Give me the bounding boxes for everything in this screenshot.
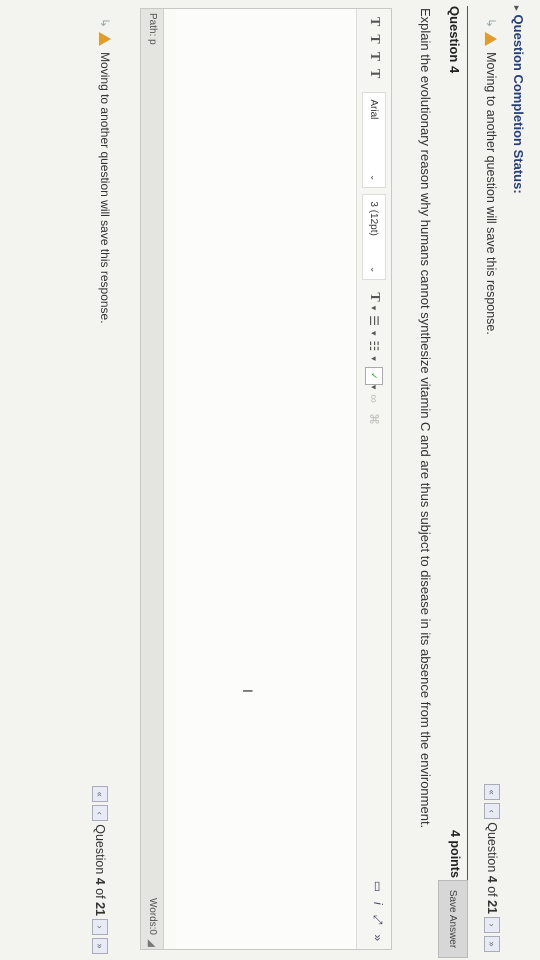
question-counter: Question 4 of 21: [93, 824, 107, 916]
bullet-list-icon[interactable]: ☰: [367, 315, 381, 326]
chevron-down-icon: ▾: [369, 356, 380, 361]
question-label: Question 4: [447, 6, 462, 74]
question-completion-status[interactable]: ▸Question Completion Status:: [511, 6, 526, 194]
warning-icon: [99, 32, 111, 47]
chevron-down-icon: ⌄: [369, 173, 380, 182]
link-icon[interactable]: ∞: [367, 394, 381, 403]
left-icon[interactable]: ‹: [484, 803, 500, 820]
arrow-icon: ↳: [98, 18, 112, 29]
numbered-list-icon[interactable]: ☷: [367, 341, 381, 352]
unlink-icon[interactable]: ⌘: [367, 413, 381, 425]
toolbar-right-icons: ▭ i ⤢ »: [370, 881, 385, 941]
question-counter: Question 4 of 21: [485, 822, 499, 914]
editor-statusbar: Path: p Words:0 ◢: [141, 9, 164, 949]
text-format-icon[interactable]: T: [366, 69, 382, 78]
answer-textarea[interactable]: I: [176, 9, 356, 949]
text-format-icon[interactable]: T: [366, 34, 382, 43]
right-icon[interactable]: ›: [92, 919, 108, 935]
double-left-icon[interactable]: «: [92, 786, 108, 803]
resize-grip-icon[interactable]: ◢: [146, 939, 157, 947]
italic-icon[interactable]: i: [370, 902, 385, 905]
warning-icon: [485, 32, 497, 47]
left-icon[interactable]: ‹: [92, 805, 108, 822]
font-family-select[interactable]: Arial ⌄: [362, 92, 386, 189]
right-icon[interactable]: ›: [484, 917, 500, 933]
text-format-icon[interactable]: T: [366, 52, 382, 61]
preview-icon[interactable]: ▭: [370, 881, 385, 892]
spellcheck-icon[interactable]: ✓: [365, 366, 383, 385]
text-color-icon[interactable]: T: [366, 292, 382, 301]
chevron-down-icon: ⌄: [369, 265, 380, 274]
warning-message: ↳ Moving to another question will save t…: [484, 18, 498, 335]
question-divider: [467, 6, 468, 954]
path-label: Path: p: [147, 13, 158, 45]
text-format-icon[interactable]: T: [366, 17, 382, 26]
question-navigation: « ‹ Question 4 of 21 › »: [484, 784, 500, 952]
collapse-icon[interactable]: »: [370, 934, 385, 941]
double-right-icon[interactable]: »: [92, 938, 108, 954]
chevron-down-icon: ▾: [369, 305, 380, 311]
double-right-icon[interactable]: »: [484, 936, 500, 952]
font-size-select[interactable]: 3 (12pt) ⌄: [362, 194, 386, 281]
editor-toolbar: T T T T Arial ⌄ 3 (12pt) ⌄ T ▾ ☰ ▾ ☷ ▾ ✓ ▾ ∞…: [356, 9, 391, 949]
chevron-down-icon: ▾: [369, 384, 380, 390]
bottom-question-navigation: « ‹ Question 4 of 21 › »: [92, 786, 108, 954]
arrow-icon: ↳: [484, 18, 498, 29]
fullscreen-icon[interactable]: ⤢: [370, 915, 385, 925]
question-points: 4 points: [448, 830, 462, 878]
collapse-triangle-icon: ▸: [512, 6, 522, 11]
question-text: Explain the evolutionary reason why huma…: [418, 8, 433, 829]
bottom-warning-message: ↳ Moving to another question will save t…: [98, 18, 112, 324]
word-count: Words:0: [147, 897, 158, 935]
top-nav-row: ↳ Moving to another question will save t…: [472, 0, 506, 960]
stage: ▸Question Completion Status: ↳ Moving to…: [0, 0, 540, 960]
save-answer-button[interactable]: Save Answer: [438, 880, 468, 958]
answer-editor: T T T T Arial ⌄ 3 (12pt) ⌄ T ▾ ☰ ▾ ☷ ▾ ✓ ▾ ∞…: [140, 8, 392, 950]
chevron-down-icon: ▾: [369, 331, 380, 336]
double-left-icon[interactable]: «: [484, 784, 500, 801]
text-cursor-icon: I: [240, 689, 256, 693]
